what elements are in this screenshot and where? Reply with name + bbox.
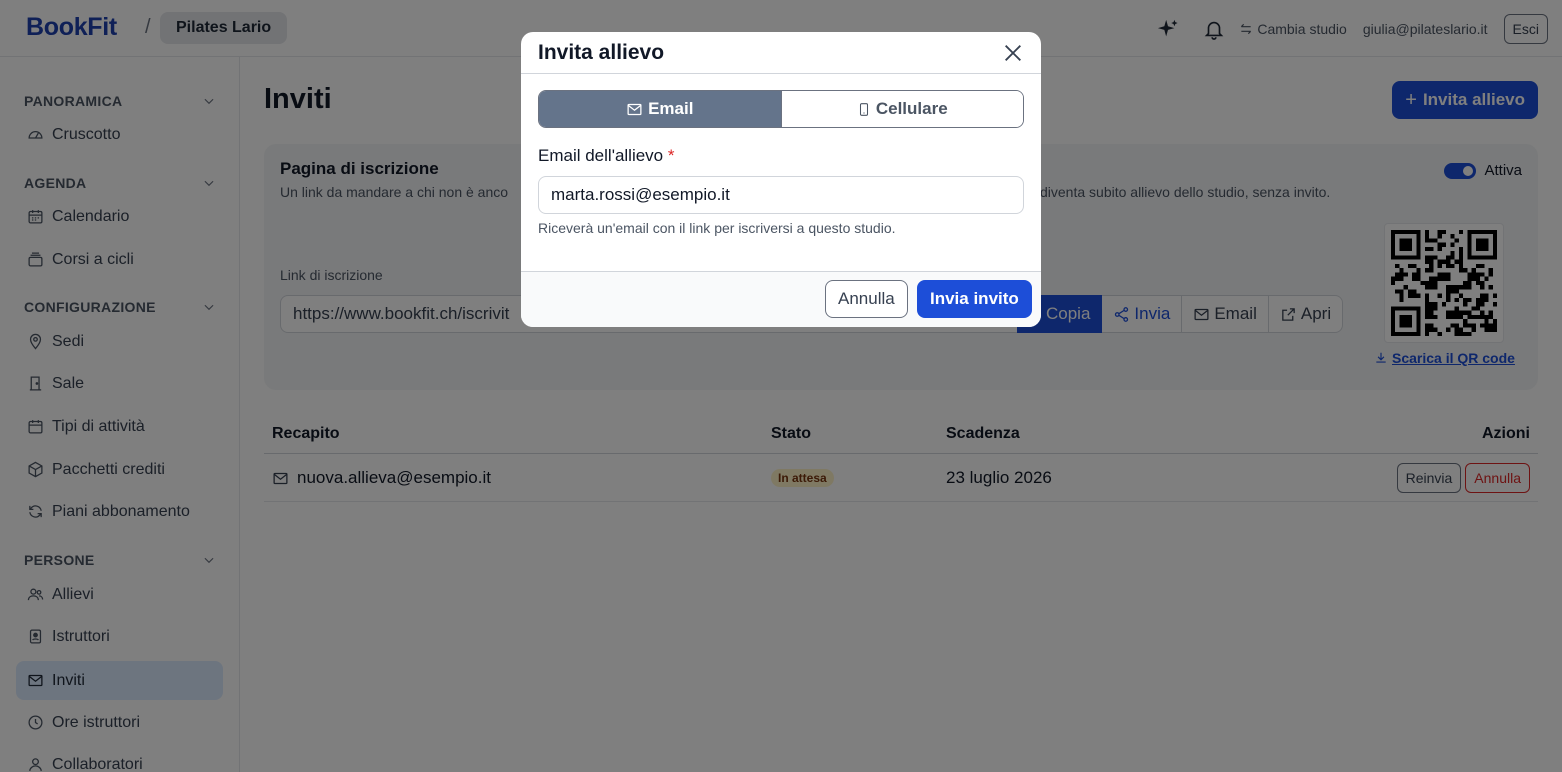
email-field-label: Email dell'allievo * (538, 146, 675, 165)
email-field-help: Riceverà un'email con il link per iscriv… (538, 220, 896, 236)
send-invite-button[interactable]: Invia invito (917, 280, 1032, 318)
cancel-button[interactable]: Annulla (825, 280, 908, 318)
dialog-footer: Annulla Invia invito (521, 271, 1041, 327)
phone-icon (859, 102, 868, 116)
mail-icon (627, 103, 642, 115)
dialog-title: Invita allievo (538, 41, 665, 64)
tab-email[interactable]: Email (539, 91, 782, 127)
required-marker: * (667, 146, 675, 165)
invite-student-dialog: Invita allievo Email Cellulare Email del… (521, 32, 1041, 327)
contact-method-toggle: Email Cellulare (538, 90, 1024, 128)
dialog-header: Invita allievo (521, 32, 1041, 74)
close-icon[interactable] (1002, 42, 1024, 64)
tab-phone[interactable]: Cellulare (781, 91, 1023, 127)
student-email-input[interactable] (538, 176, 1024, 214)
